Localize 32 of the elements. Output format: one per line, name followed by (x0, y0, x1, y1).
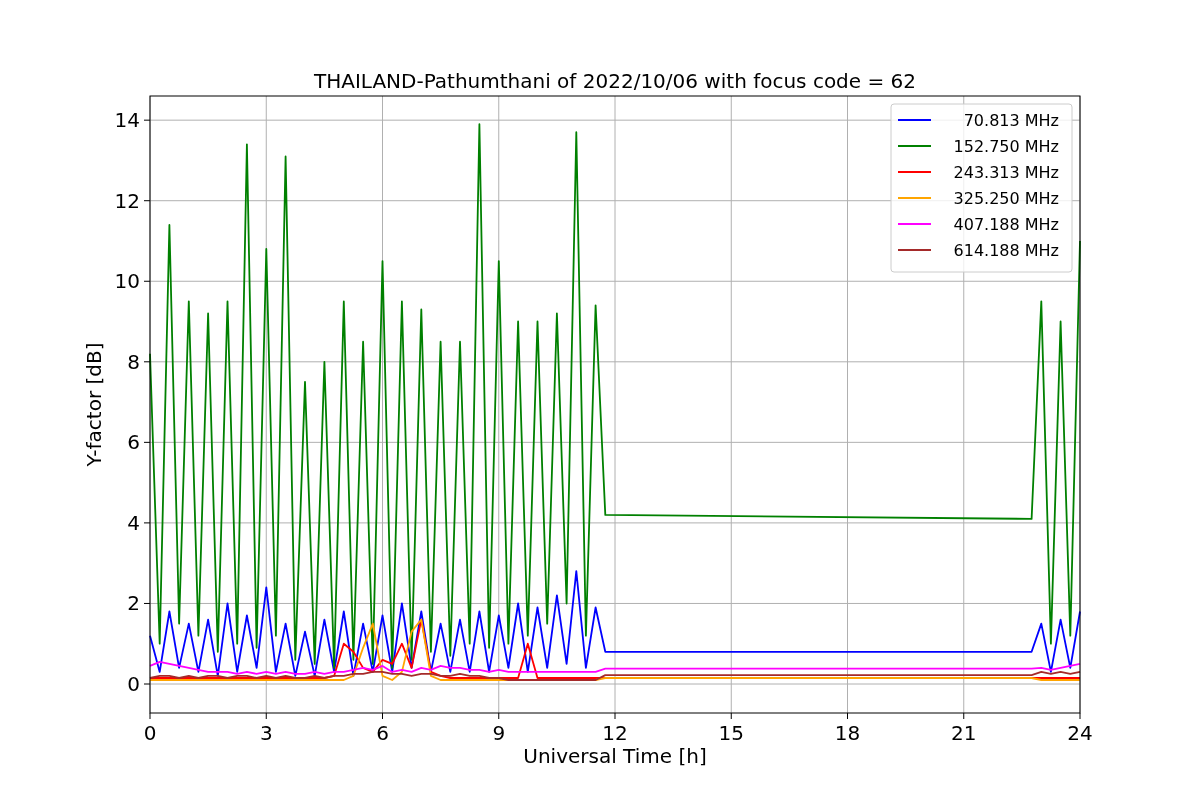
legend-line-icon (897, 171, 932, 173)
tick-label: 8 (127, 349, 140, 374)
legend-label: 70.813 MHz (963, 111, 1059, 130)
legend-line-icon (897, 223, 932, 225)
tick-label: 6 (376, 721, 389, 745)
tick-label: 9 (492, 721, 506, 745)
legend-label: 325.250 MHz (953, 189, 1059, 208)
chart-title: THAILAND-Pathumthani of 2022/10/06 with focus code = 62 (313, 69, 917, 93)
legend-line-icon (897, 119, 932, 121)
tick-label: 0 (143, 721, 157, 745)
legend-label: 152.750 MHz (953, 137, 1059, 156)
tick-label: 0 (127, 672, 140, 696)
legend-label: 614.188 MHz (953, 241, 1059, 260)
tick-label: 2 (127, 591, 140, 616)
tick-label: 6 (127, 430, 140, 455)
legend-label: 243.313 MHz (953, 163, 1059, 182)
axis-label: Universal Time [h] (523, 744, 707, 768)
tick-label: 3 (259, 721, 273, 745)
tick-label: 4 (127, 510, 140, 535)
tick-label: 24 (1067, 721, 1093, 745)
tick-label: 12 (602, 721, 628, 745)
tick-label: 14 (114, 108, 140, 133)
tick-label: 12 (114, 188, 140, 213)
legend-line-icon (897, 197, 932, 199)
legend-line-icon (897, 145, 932, 147)
tick-label: 21 (951, 721, 977, 745)
tick-label: 10 (114, 269, 140, 294)
legend-label: 407.188 MHz (953, 215, 1059, 234)
legend-line-icon (897, 249, 932, 251)
tick-label: 15 (718, 721, 744, 745)
axis-label: Y-factor [dB] (82, 342, 106, 467)
tick-label: 18 (834, 721, 861, 745)
